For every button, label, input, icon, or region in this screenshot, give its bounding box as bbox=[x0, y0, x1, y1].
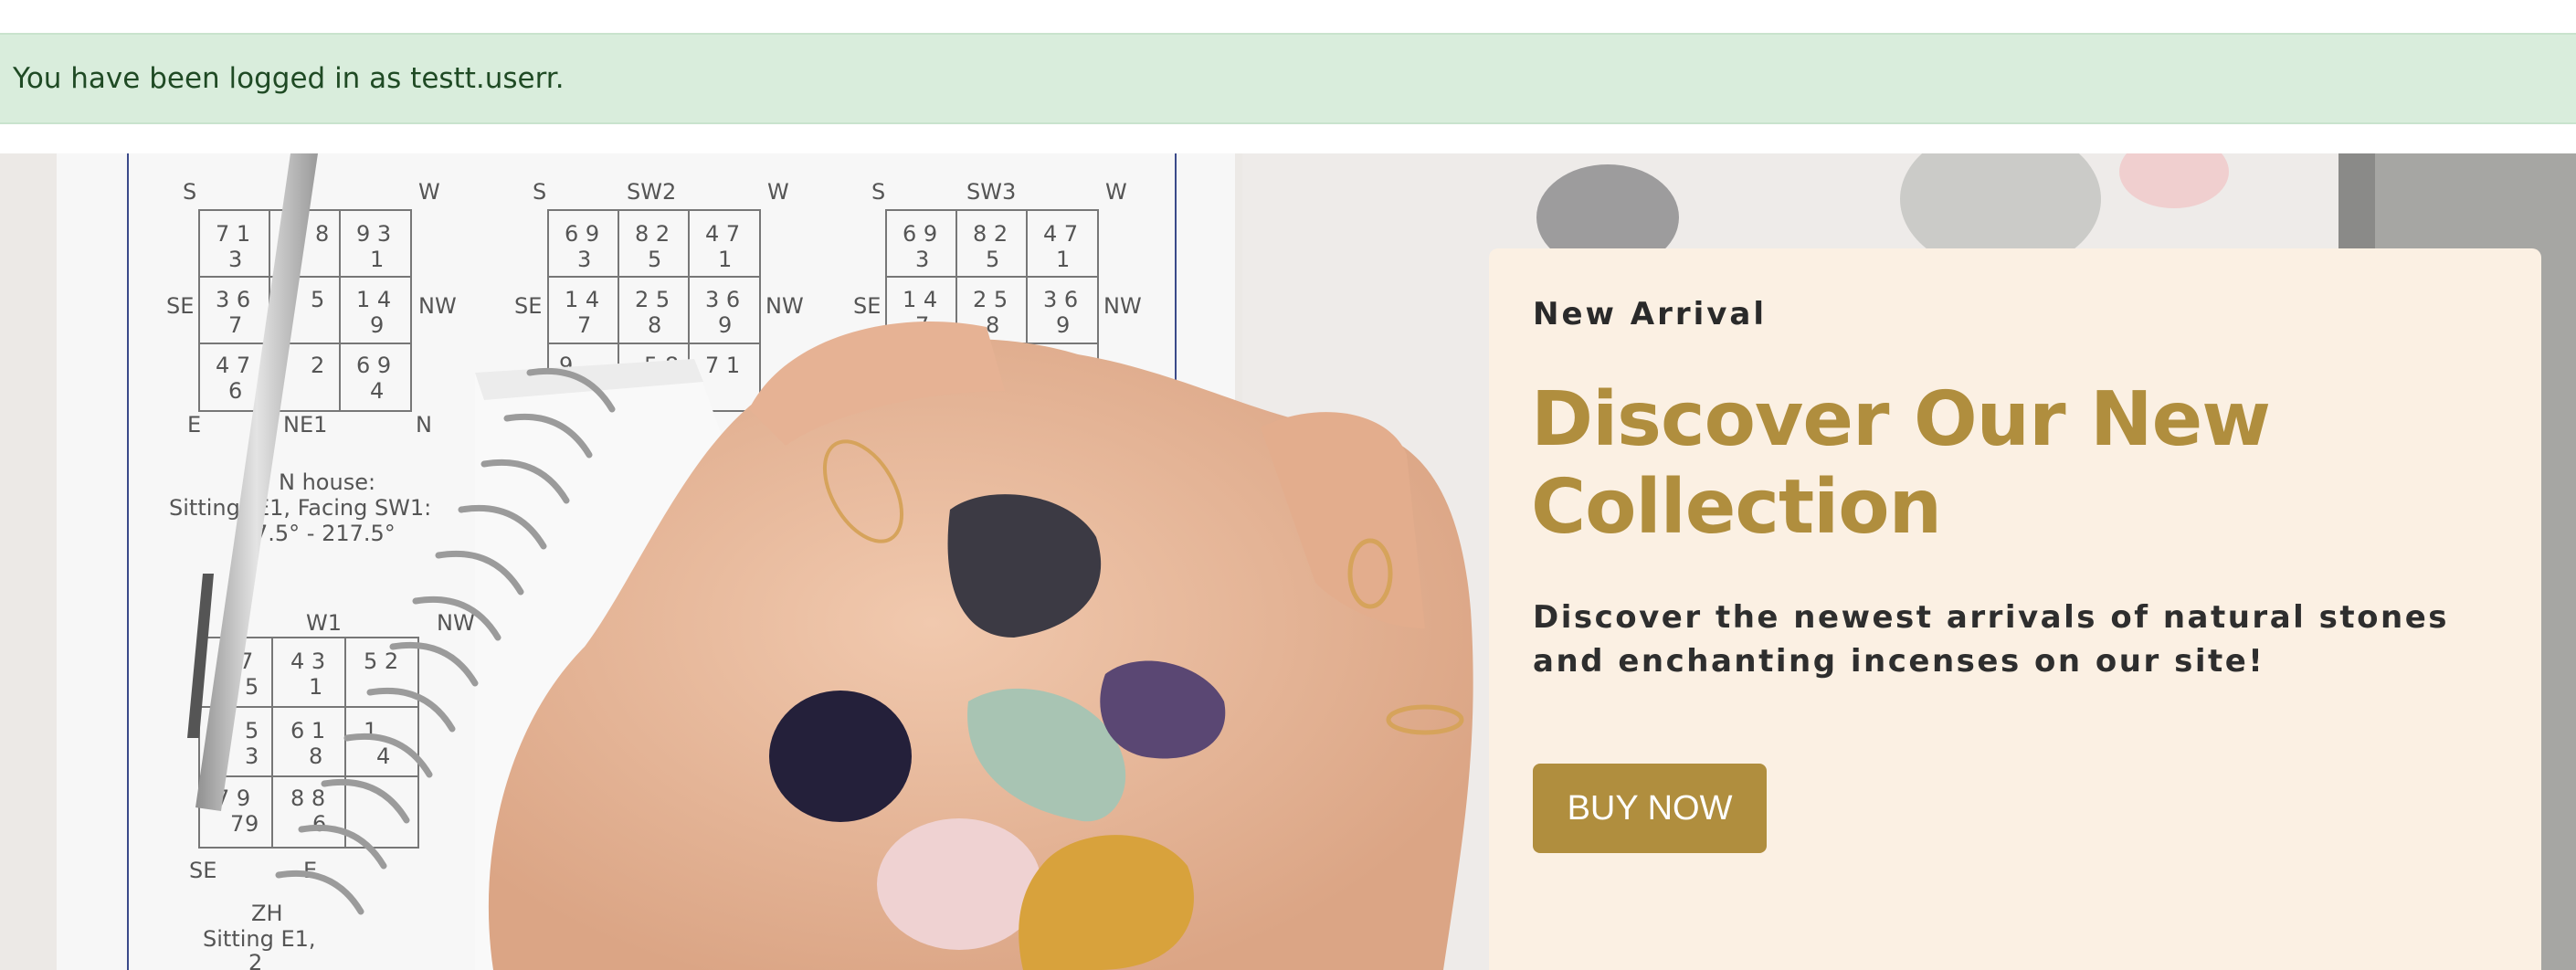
grid-d-cell: 6 bbox=[312, 811, 326, 837]
grid-c-cell: 6 9 bbox=[903, 221, 937, 247]
grid-c-cell: 3 6 bbox=[1043, 287, 1078, 312]
grid-a-cell: 4 7 bbox=[216, 353, 250, 378]
grid-c-cell: 5 bbox=[986, 247, 999, 272]
chart-side-label: NW bbox=[1103, 293, 1142, 319]
grid-b-cell: 6 9 bbox=[565, 221, 599, 247]
grid-d-cell: 5 2 bbox=[364, 648, 398, 674]
chart-top-label: W bbox=[1105, 179, 1127, 205]
lower-label: W1 bbox=[306, 610, 342, 636]
grid-d-cell: 3 bbox=[245, 743, 259, 769]
lower-label: SE bbox=[189, 858, 216, 883]
chart-side-label: SE bbox=[166, 293, 194, 319]
chart-bottom-label: NE1 bbox=[283, 412, 327, 438]
login-success-alert: You have been logged in as testt.userr. bbox=[0, 33, 2576, 124]
grid-b-cell: 1 4 bbox=[565, 287, 599, 312]
grid-a-cell: 3 6 bbox=[216, 287, 250, 312]
grid-b-cell: 3 6 bbox=[705, 287, 740, 312]
chart-top-label: W bbox=[418, 179, 440, 205]
grid-a-cell: 1 bbox=[370, 247, 384, 272]
new-arrival-card: New Arrival Discover Our New Collection … bbox=[1489, 248, 2541, 970]
grid-d-cell: 4 3 bbox=[290, 648, 325, 674]
grid-a-cell: 7 bbox=[228, 312, 242, 338]
grid-c-cell: 2 5 bbox=[973, 287, 1008, 312]
lower-label: E bbox=[303, 858, 317, 883]
footer-note: Sitting E1, bbox=[203, 926, 316, 952]
house-note: N house: bbox=[279, 469, 375, 495]
grid-d-cell: 9 bbox=[245, 811, 259, 837]
grid-b-cell: 1 bbox=[718, 247, 732, 272]
grid-b-cell: 8 2 bbox=[635, 221, 670, 247]
footer-note: 2 bbox=[248, 950, 262, 970]
grid-a-cell: 4 bbox=[370, 378, 384, 404]
grid-a-cell: 6 bbox=[228, 378, 242, 404]
grid-c-cell: 4 7 bbox=[1043, 221, 1078, 247]
chart-side-label: NW bbox=[765, 293, 804, 319]
grid-b-cell: 5 bbox=[648, 247, 661, 272]
grid-d-cell: 1 bbox=[309, 674, 322, 700]
chart-bottom-label: N bbox=[416, 412, 432, 438]
hero-title: Discover Our New Collection bbox=[1531, 376, 2271, 551]
chart-side-label: SE bbox=[853, 293, 881, 319]
grid-d-cell: 6 1 bbox=[290, 718, 325, 743]
buy-now-button[interactable]: BUY NOW bbox=[1533, 764, 1767, 853]
house-note: 7.5° - 217.5° bbox=[254, 521, 396, 546]
alert-message: You have been logged in as testt.userr. bbox=[13, 62, 565, 95]
chart-top-label: S bbox=[871, 179, 885, 205]
grid-b-cell: 2 5 bbox=[635, 287, 670, 312]
chart-top-label: S bbox=[533, 179, 546, 205]
grid-a-cell: 7 1 bbox=[216, 221, 250, 247]
grid-b-cell: 7 1 bbox=[705, 353, 740, 378]
chart-bottom-label: E bbox=[187, 412, 201, 438]
house-note: E1, Facing SW1: bbox=[256, 495, 431, 521]
grid-b-cell: 7 bbox=[577, 312, 591, 338]
grid-a-cell: 1 4 bbox=[356, 287, 391, 312]
grid-d-cell: 8 bbox=[309, 743, 322, 769]
chart-side-label: SE bbox=[514, 293, 542, 319]
grid-a-cell: 8 bbox=[315, 221, 329, 247]
grid-c-cell: 1 bbox=[1056, 247, 1070, 272]
house-note: Sitting bbox=[169, 495, 240, 521]
grid-d-cell: 8 8 bbox=[290, 785, 325, 811]
grid-a-cell: 9 3 bbox=[356, 221, 391, 247]
grid-d-cell: 7 bbox=[230, 811, 244, 837]
chart-top-label: W bbox=[767, 179, 789, 205]
grid-d-cell: 4 bbox=[376, 743, 390, 769]
hero-subtitle: Discover the newest arrivals of natural … bbox=[1533, 599, 2449, 680]
chart-top-label: S bbox=[183, 179, 196, 205]
hero-banner: S W S SW2 W S SW3 W SE NW SE NW SE NW E … bbox=[0, 153, 2576, 970]
grid-c-cell: 3 bbox=[915, 247, 929, 272]
grid-b-cell: 8 bbox=[648, 312, 661, 338]
grid-a-cell: 2 bbox=[311, 353, 324, 378]
footer-note: ZH bbox=[251, 901, 283, 926]
chart-top-label: SW3 bbox=[966, 179, 1016, 205]
chart-top-label: SW2 bbox=[627, 179, 676, 205]
grid-a-cell: 6 9 bbox=[356, 353, 391, 378]
eyebrow-label: New Arrival bbox=[1533, 296, 1768, 332]
grid-b-cell: 4 7 bbox=[705, 221, 740, 247]
grid-c-cell: 1 4 bbox=[903, 287, 937, 312]
grid-d-cell: 5 bbox=[245, 718, 259, 743]
lower-label: NW bbox=[437, 610, 475, 636]
grid-b-cell: 9 bbox=[718, 312, 732, 338]
grid-d-cell: 5 bbox=[245, 674, 259, 700]
grid-a-cell: 5 bbox=[311, 287, 324, 312]
grid-c-cell: 8 2 bbox=[973, 221, 1008, 247]
grid-c-cell: 9 bbox=[1056, 312, 1070, 338]
grid-a-cell: 9 bbox=[370, 312, 384, 338]
grid-b-cell: 3 bbox=[577, 247, 591, 272]
grid-a-cell: 3 bbox=[228, 247, 242, 272]
chart-side-label: NW bbox=[418, 293, 457, 319]
